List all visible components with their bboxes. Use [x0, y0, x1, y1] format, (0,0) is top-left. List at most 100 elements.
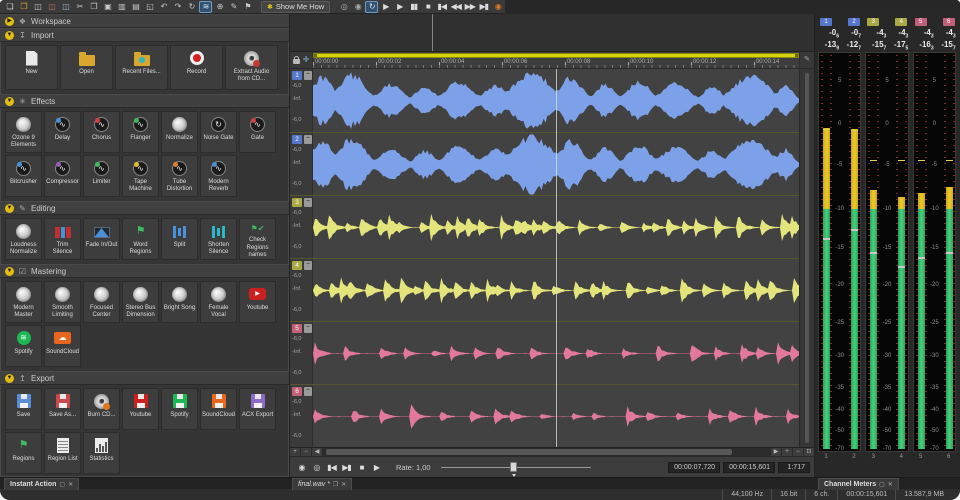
- overview-cursor[interactable]: [432, 14, 433, 51]
- collapse-arrow-icon[interactable]: ▼: [5, 267, 14, 276]
- action-tile-female-vocal[interactable]: Female Vocal: [200, 281, 237, 323]
- hscroll-thumb[interactable]: [326, 449, 732, 455]
- save-icon[interactable]: ◫: [31, 1, 44, 13]
- action-tile-save-as-[interactable]: Save As...: [44, 388, 81, 430]
- action-tile-loudness-normalize[interactable]: Loudness Normalize: [5, 218, 42, 260]
- close-icon[interactable]: ✕: [341, 481, 346, 488]
- channel-badge-2[interactable]: 2: [292, 135, 302, 144]
- go-to-start-button[interactable]: ▮◀: [325, 461, 338, 474]
- action-tile-split[interactable]: Split: [161, 218, 198, 260]
- instant-action-tab[interactable]: Instant Action ▢ ✕: [4, 478, 79, 490]
- channel-minimize-button[interactable]: −: [304, 324, 312, 333]
- action-tile-modern-master[interactable]: Modern Master: [5, 281, 42, 323]
- action-tile-trim-silence[interactable]: Trim Silence: [44, 218, 81, 260]
- hscroll-button[interactable]: +: [290, 448, 301, 456]
- channel-lane-4[interactable]: 4−-6,0-Inf.-6,0: [290, 258, 814, 321]
- repeat-icon[interactable]: ↻: [185, 1, 198, 13]
- go-to-end-icon[interactable]: ▶▮: [477, 1, 490, 13]
- open-file-icon[interactable]: ❐: [17, 1, 30, 13]
- paste-mix-icon[interactable]: ▥: [115, 1, 128, 13]
- action-tile-word-regions[interactable]: ⚑Word Regions: [122, 218, 159, 260]
- copy-icon[interactable]: ❐: [87, 1, 100, 13]
- channel-lane-2[interactable]: 2−-6,0-Inf.-6,0: [290, 132, 814, 195]
- horizontal-scrollbar[interactable]: +−◀ ▶+−⊡: [290, 447, 814, 456]
- action-tile-limiter[interactable]: ∿Limiter: [83, 155, 120, 197]
- crop-icon[interactable]: ◱: [143, 1, 156, 13]
- meter-channel-badge-4[interactable]: 4: [895, 18, 907, 26]
- show-me-how-button[interactable]: ✱ Show Me How: [261, 1, 330, 13]
- hscroll-button[interactable]: ⊡: [803, 448, 814, 456]
- channel-meters-tab[interactable]: Channel Meters ▢ ✕: [818, 478, 899, 490]
- action-tile-focused-center[interactable]: Focused Center: [83, 281, 120, 323]
- hscroll-button[interactable]: +: [781, 448, 792, 456]
- meter-channel-badge-2[interactable]: 2: [848, 18, 860, 26]
- channel-badge-3[interactable]: 3: [292, 198, 302, 207]
- cut-icon[interactable]: ✂: [73, 1, 86, 13]
- action-tile-youtube[interactable]: ▶Youtube: [239, 281, 276, 323]
- channel-badge-4[interactable]: 4: [292, 261, 302, 270]
- action-tile-spotify[interactable]: Spotify: [161, 388, 198, 430]
- action-tile-compressor[interactable]: ∿Compressor: [44, 155, 81, 197]
- hscroll-button[interactable]: ◀: [312, 448, 323, 456]
- action-tile-extract-audio-from-cd-[interactable]: Extract Audio from CD...: [225, 45, 278, 90]
- lock-icon[interactable]: [293, 59, 300, 64]
- paste-special-icon[interactable]: ▤: [129, 1, 142, 13]
- action-tile-record[interactable]: Record: [170, 45, 223, 90]
- record-button[interactable]: ◉: [295, 461, 308, 474]
- channel-badge-5[interactable]: 5: [292, 324, 302, 333]
- go-to-start-icon[interactable]: ▮◀: [435, 1, 448, 13]
- channel-lane-6[interactable]: 6−-6,0-Inf.-6,0: [290, 384, 814, 447]
- close-icon[interactable]: ✕: [68, 481, 73, 488]
- action-tile-soundcloud[interactable]: ☁SoundCloud: [44, 325, 81, 367]
- section-header-effects[interactable]: ▼✳Effects: [0, 94, 289, 108]
- action-tile-save[interactable]: Save: [5, 388, 42, 430]
- rewind-icon[interactable]: ◀◀: [449, 1, 462, 13]
- stop-button[interactable]: ■: [355, 461, 368, 474]
- rate-slider-thumb[interactable]: [510, 462, 517, 472]
- channel-minimize-button[interactable]: −: [304, 135, 312, 144]
- action-tile-tape-machine[interactable]: ∿Tape Machine: [122, 155, 159, 197]
- action-tile-flanger[interactable]: ∿Flanger: [122, 111, 159, 153]
- action-tile-normalize[interactable]: Normalize: [161, 111, 198, 153]
- collapse-arrow-icon[interactable]: ▼: [5, 204, 14, 213]
- rate-slider[interactable]: [441, 461, 591, 474]
- action-tile-soundcloud[interactable]: SoundCloud: [200, 388, 237, 430]
- action-tile-smooth-limiting[interactable]: Smooth Limiting: [44, 281, 81, 323]
- close-icon[interactable]: ✕: [888, 481, 893, 488]
- action-tile-noise-gate[interactable]: ↻Noise Gate: [200, 111, 237, 153]
- hscroll-button[interactable]: −: [792, 448, 803, 456]
- action-tile-open[interactable]: Open: [60, 45, 113, 90]
- action-tile-modern-reverb[interactable]: ∿Modern Reverb: [200, 155, 237, 197]
- hscroll-button[interactable]: ▶: [770, 448, 781, 456]
- action-tile-ozone-9-elements[interactable]: Ozone 9 Elements: [5, 111, 42, 153]
- zoom-tool-icon[interactable]: ⊕: [213, 1, 226, 13]
- meter-channel-badge-3[interactable]: 3: [867, 18, 879, 26]
- channel-badge-1[interactable]: 1: [292, 71, 302, 80]
- action-tile-delay[interactable]: ∿Delay: [44, 111, 81, 153]
- loop-playback-icon[interactable]: ↻: [365, 1, 378, 13]
- undo-icon[interactable]: ↶: [157, 1, 170, 13]
- channel-minimize-button[interactable]: −: [304, 198, 312, 207]
- stop-icon[interactable]: ■: [421, 1, 434, 13]
- channel-badge-6[interactable]: 6: [292, 387, 302, 396]
- pan-icon[interactable]: ✛: [303, 56, 310, 64]
- hscroll-button[interactable]: −: [301, 448, 312, 456]
- float-icon[interactable]: ▢: [59, 481, 65, 488]
- play-button[interactable]: ▶: [370, 461, 383, 474]
- action-tile-burn-cd-[interactable]: Burn CD...: [83, 388, 120, 430]
- play-from-start-icon[interactable]: ▶: [379, 1, 392, 13]
- loop-selection-bar[interactable]: [313, 53, 799, 58]
- action-tile-spotify[interactable]: ≋Spotify: [5, 325, 42, 367]
- action-tile-region-list[interactable]: Region List: [44, 432, 81, 474]
- channel-lane-1[interactable]: 1−-6,0-Inf.-6,0: [290, 69, 814, 132]
- action-tile-regions[interactable]: ⚑Regions: [5, 432, 42, 474]
- vertical-scrollbar[interactable]: [799, 69, 814, 447]
- action-tile-chorus[interactable]: ∿Chorus: [83, 111, 120, 153]
- pencil-tool-icon[interactable]: ✎: [227, 1, 240, 13]
- section-header-export[interactable]: ▼↥Export: [0, 371, 289, 385]
- section-header-mastering[interactable]: ▼☑Mastering: [0, 264, 289, 278]
- save-all-icon[interactable]: ◫: [59, 1, 72, 13]
- action-tile-gate[interactable]: ∿Gate: [239, 111, 276, 153]
- edit-tool-button[interactable]: ✎: [799, 52, 814, 68]
- record-icon[interactable]: ◉: [351, 1, 364, 13]
